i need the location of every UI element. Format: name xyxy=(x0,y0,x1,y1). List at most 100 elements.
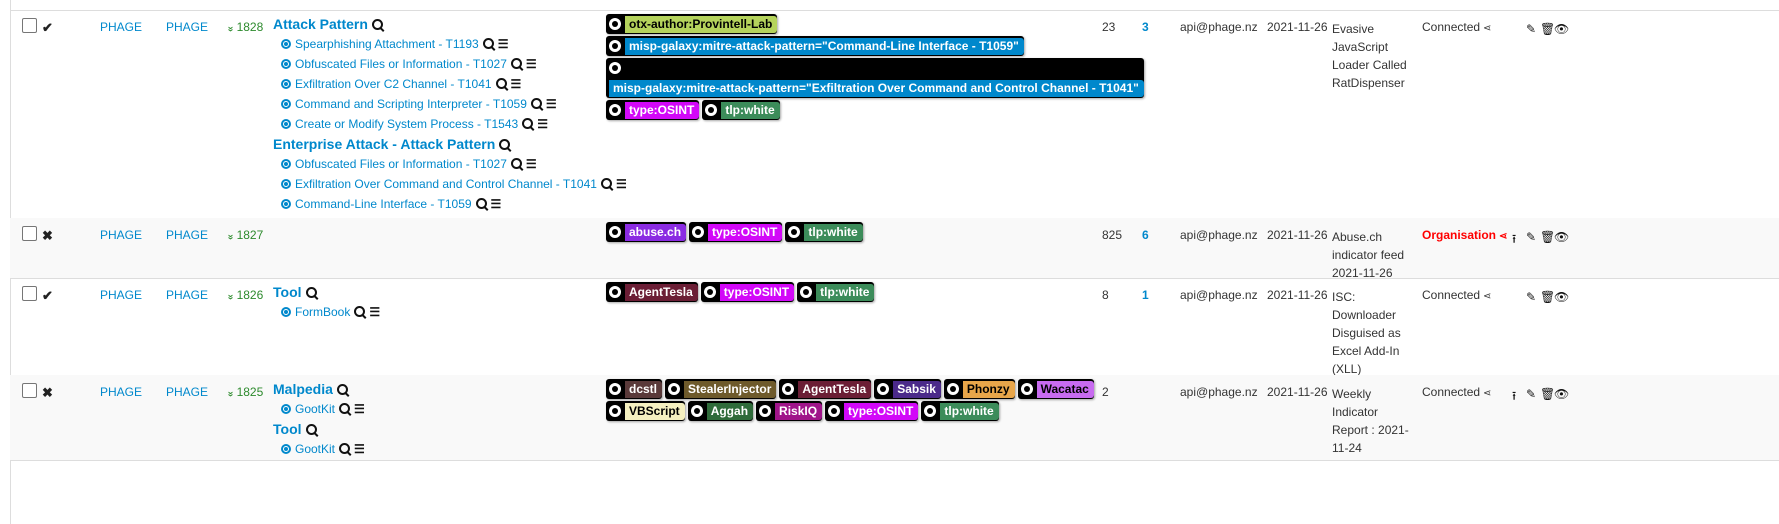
cluster-link[interactable]: Exfiltration Over Command and Control Ch… xyxy=(295,177,597,191)
tag[interactable]: misp-galaxy:mitre-attack-pattern="Exfilt… xyxy=(606,58,1144,98)
tag-label[interactable]: type:OSINT xyxy=(708,224,783,241)
distribution[interactable]: Organisation ⋖ xyxy=(1422,228,1507,242)
search-icon[interactable] xyxy=(510,58,522,69)
tag-label[interactable]: type:OSINT xyxy=(844,403,919,420)
delete-icon[interactable]: 🗑 xyxy=(1540,290,1555,304)
tag-label[interactable]: abuse.ch xyxy=(625,224,687,241)
tag-label[interactable]: Phonzy xyxy=(962,381,1015,398)
distribution[interactable]: Connected ⋖ xyxy=(1422,20,1491,34)
galaxy-title-label[interactable]: Attack Pattern xyxy=(273,16,368,32)
distribution[interactable]: Connected ⋖ xyxy=(1422,385,1491,399)
distribution[interactable]: Connected ⋖ xyxy=(1422,288,1491,302)
event-id[interactable]: 1828 xyxy=(237,20,264,34)
edit-icon[interactable]: ✎ xyxy=(1526,22,1538,36)
search-icon[interactable] xyxy=(600,178,612,189)
cluster-link[interactable]: FormBook xyxy=(295,305,350,319)
search-icon[interactable] xyxy=(499,139,511,150)
list-icon[interactable]: ☰ xyxy=(537,114,548,134)
tag-label[interactable]: StealerInjector xyxy=(684,381,777,398)
row-select-checkbox[interactable] xyxy=(22,383,37,398)
cluster-link[interactable]: Obfuscated Files or Information - T1027 xyxy=(295,57,507,71)
cluster-link[interactable]: Spearphishing Attachment - T1193 xyxy=(295,37,479,51)
edit-icon[interactable]: ✎ xyxy=(1526,290,1538,304)
tag[interactable]: StealerInjector xyxy=(665,379,777,399)
tag[interactable]: dcstl xyxy=(606,379,663,399)
search-icon[interactable] xyxy=(495,78,507,89)
owner-org-link[interactable]: PHAGE xyxy=(166,228,208,242)
tag-label[interactable]: Aggah xyxy=(706,403,754,420)
tag[interactable]: VBScript xyxy=(606,401,685,421)
row-select-checkbox[interactable] xyxy=(22,18,37,33)
tag[interactable]: Sabsik xyxy=(874,379,941,399)
owner-org-link[interactable]: PHAGE xyxy=(166,385,208,399)
tag[interactable]: tlp:white xyxy=(702,100,780,120)
tag-label[interactable]: type:OSINT xyxy=(719,284,795,301)
cluster-link[interactable]: Command-Line Interface - T1059 xyxy=(295,197,472,211)
search-icon[interactable] xyxy=(371,19,383,30)
expand-chevron-icon[interactable]: » xyxy=(225,26,236,31)
event-id[interactable]: 1827 xyxy=(237,228,264,242)
tag-label[interactable]: misp-galaxy:mitre-attack-pattern="Comman… xyxy=(625,38,1024,55)
tag-label[interactable]: AgentTesla xyxy=(798,381,872,398)
owner-org-link[interactable]: PHAGE xyxy=(166,288,208,302)
expand-chevron-icon[interactable]: » xyxy=(225,294,236,299)
delete-icon[interactable]: 🗑 xyxy=(1540,230,1555,244)
tag-label[interactable]: tlp:white xyxy=(721,102,780,119)
tag[interactable]: misp-galaxy:mitre-attack-pattern="Comman… xyxy=(606,36,1024,56)
tag-label[interactable]: tlp:white xyxy=(940,403,999,420)
row-select-checkbox[interactable] xyxy=(22,226,37,241)
cluster-link[interactable]: Obfuscated Files or Information - T1027 xyxy=(295,157,507,171)
correlation-count[interactable]: 6 xyxy=(1142,228,1149,242)
list-icon[interactable]: ☰ xyxy=(491,194,502,214)
list-icon[interactable]: ☰ xyxy=(526,54,537,74)
org-link[interactable]: PHAGE xyxy=(100,20,142,34)
search-icon[interactable] xyxy=(305,287,317,298)
owner-org-link[interactable]: PHAGE xyxy=(166,20,208,34)
search-icon[interactable] xyxy=(530,98,542,109)
search-icon[interactable] xyxy=(339,403,351,414)
tag[interactable]: type:OSINT xyxy=(825,401,919,421)
search-icon[interactable] xyxy=(482,38,494,49)
list-icon[interactable]: ☰ xyxy=(546,94,557,114)
correlation-count[interactable]: 3 xyxy=(1142,20,1149,34)
correlation-count[interactable]: 1 xyxy=(1142,288,1149,302)
tag-label[interactable]: AgentTesla xyxy=(625,284,698,301)
event-id[interactable]: 1825 xyxy=(237,385,264,399)
event-id-link[interactable]: »1828 xyxy=(225,20,264,34)
event-id-link[interactable]: »1826 xyxy=(225,288,264,302)
tag[interactable]: Aggah xyxy=(687,401,754,421)
tag[interactable]: RiskIQ xyxy=(756,401,823,421)
tag[interactable]: otx-author:Provintell-Lab xyxy=(606,14,778,34)
list-icon[interactable]: ☰ xyxy=(511,74,522,94)
search-icon[interactable] xyxy=(522,118,534,129)
view-icon[interactable]: 👁 xyxy=(1554,230,1569,244)
view-icon[interactable]: 👁 xyxy=(1554,22,1569,36)
tag-label[interactable]: otx-author:Provintell-Lab xyxy=(625,16,778,33)
search-icon[interactable] xyxy=(354,306,366,317)
galaxy-title-label[interactable]: Enterprise Attack - Attack Pattern xyxy=(273,136,495,152)
tag-label[interactable]: misp-galaxy:mitre-attack-pattern="Exfilt… xyxy=(609,80,1144,97)
tag-label[interactable]: VBScript xyxy=(625,403,685,420)
event-id[interactable]: 1826 xyxy=(237,288,264,302)
tag[interactable]: Phonzy xyxy=(943,379,1015,399)
tag-label[interactable]: Wacatac xyxy=(1036,381,1094,398)
distribution-label[interactable]: Organisation xyxy=(1422,228,1496,242)
tag-label[interactable]: dcstl xyxy=(625,381,663,398)
tag[interactable]: AgentTesla xyxy=(779,379,872,399)
tag[interactable]: type:OSINT xyxy=(606,100,700,120)
tag[interactable]: type:OSINT xyxy=(700,282,795,302)
tag[interactable]: Wacatac xyxy=(1017,379,1094,399)
tag-label[interactable]: RiskIQ xyxy=(775,403,823,420)
galaxy-title-label[interactable]: Tool xyxy=(273,421,302,437)
list-icon[interactable]: ☰ xyxy=(498,34,509,54)
distribution-label[interactable]: Connected xyxy=(1422,288,1480,302)
list-icon[interactable]: ☰ xyxy=(354,399,365,419)
tag[interactable]: type:OSINT xyxy=(689,222,783,242)
search-icon[interactable] xyxy=(305,424,317,435)
delete-icon[interactable]: 🗑 xyxy=(1540,22,1555,36)
distribution-label[interactable]: Connected xyxy=(1422,385,1480,399)
org-link[interactable]: PHAGE xyxy=(100,288,142,302)
tag[interactable]: AgentTesla xyxy=(606,282,698,302)
event-id-link[interactable]: »1827 xyxy=(225,228,264,242)
publish-icon[interactable]: ⭱ xyxy=(1512,230,1524,246)
